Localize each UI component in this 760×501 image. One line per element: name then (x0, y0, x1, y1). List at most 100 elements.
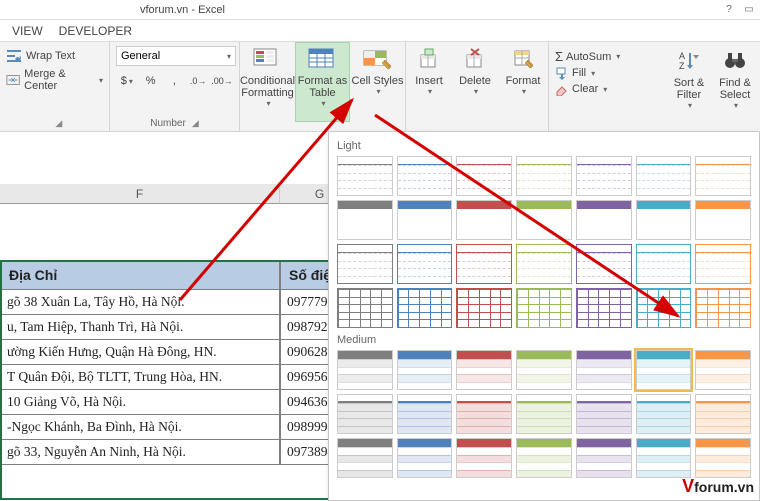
table-style-swatch[interactable] (337, 200, 393, 240)
percent-button[interactable]: % (140, 70, 162, 92)
comma-button[interactable]: , (164, 70, 186, 92)
table-style-swatch[interactable] (456, 350, 512, 390)
decrease-decimal-button[interactable]: .00→ (211, 70, 233, 92)
table-style-swatch[interactable] (695, 244, 751, 284)
table-row[interactable]: T Quân Đội, Bộ TLTT, Trung Hòa, HN.09695… (0, 365, 360, 390)
tab-developer[interactable]: DEVELOPER (51, 22, 140, 40)
table-style-swatch[interactable] (337, 244, 393, 284)
table-style-swatch[interactable] (516, 200, 572, 240)
table-row[interactable]: 10 Giảng Võ, Hà Nội.094636888 (0, 390, 360, 415)
ribbon-toggle-icon[interactable]: ▭ (742, 2, 756, 16)
increase-decimal-button[interactable]: .0→ (187, 70, 209, 92)
help-icon[interactable]: ? (722, 2, 736, 16)
table-style-swatch[interactable] (636, 438, 692, 478)
table-style-swatch[interactable] (516, 288, 572, 328)
table-row[interactable]: gõ 38 Xuân La, Tây Hồ, Hà Nội.097779510 (0, 290, 360, 315)
table-style-swatch[interactable] (397, 350, 453, 390)
alignment-group: Wrap Text Merge & Center ▾ ◢ (0, 42, 110, 131)
table-style-swatch[interactable] (576, 350, 632, 390)
autosum-button[interactable]: ΣAutoSum▾ (555, 48, 662, 65)
table-style-swatch[interactable] (516, 350, 572, 390)
table-style-swatch[interactable] (695, 156, 751, 196)
table-header-address[interactable]: Địa Chỉ (0, 260, 280, 290)
window-title: vforum.vn - Excel (140, 4, 225, 16)
table-style-swatch[interactable] (337, 288, 393, 328)
merge-center-button[interactable]: Merge & Center ▾ (6, 66, 103, 94)
table-row[interactable]: -Ngọc Khánh, Ba Đình, Hà Nội.098999611 (0, 415, 360, 440)
dialog-launcher-icon[interactable]: ◢ (192, 118, 199, 129)
find-select-button[interactable]: Find & Select▾ (712, 44, 758, 124)
cell-address[interactable]: gõ 33, Nguyễn An Ninh, Hà Nội. (0, 440, 280, 465)
cell-address[interactable]: u, Tam Hiệp, Thanh Trì, Hà Nội. (0, 315, 280, 340)
table-style-swatch[interactable] (636, 244, 692, 284)
insert-button[interactable]: Insert▾ (406, 42, 452, 122)
insert-cells-icon (413, 47, 445, 71)
table-row[interactable]: gõ 33, Nguyễn An Ninh, Hà Nội.097389464 (0, 440, 360, 465)
table-style-swatch[interactable] (516, 156, 572, 196)
clear-button[interactable]: Clear▾ (555, 81, 662, 97)
table-style-swatch[interactable] (576, 288, 632, 328)
svg-text:Z: Z (679, 61, 685, 71)
currency-button[interactable]: $▾ (116, 70, 138, 92)
table-style-swatch[interactable] (516, 244, 572, 284)
table-style-swatch[interactable] (397, 200, 453, 240)
cell-address[interactable]: 10 Giảng Võ, Hà Nội. (0, 390, 280, 415)
table-style-swatch[interactable] (456, 438, 512, 478)
table-style-swatch[interactable] (397, 394, 453, 434)
gallery-section-medium: Medium (333, 330, 755, 348)
table-style-swatch[interactable] (576, 394, 632, 434)
table-style-swatch[interactable] (695, 438, 751, 478)
table-style-swatch[interactable] (337, 350, 393, 390)
table-style-swatch[interactable] (576, 200, 632, 240)
delete-button[interactable]: Delete▾ (452, 42, 498, 122)
table-style-swatch[interactable] (337, 156, 393, 196)
cell-styles-button[interactable]: Cell Styles▾ (350, 42, 405, 122)
table-style-swatch[interactable] (456, 394, 512, 434)
table-style-swatch[interactable] (456, 156, 512, 196)
svg-text:A: A (679, 51, 685, 61)
watermark: Vforum.vn (682, 476, 754, 497)
table-style-swatch[interactable] (636, 350, 692, 390)
table-row[interactable]: ường Kiến Hưng, Quận Hà Đông, HN.0906281… (0, 340, 360, 365)
cell-address[interactable]: T Quân Đội, Bộ TLTT, Trung Hòa, HN. (0, 365, 280, 390)
cell-address[interactable]: -Ngọc Khánh, Ba Đình, Hà Nội. (0, 415, 280, 440)
table-style-swatch[interactable] (576, 156, 632, 196)
table-style-swatch[interactable] (695, 288, 751, 328)
table-style-swatch[interactable] (456, 244, 512, 284)
dialog-launcher-icon[interactable]: ◢ (55, 118, 62, 129)
table-style-swatch[interactable] (397, 438, 453, 478)
table-style-swatch[interactable] (337, 394, 393, 434)
table-style-swatch[interactable] (397, 244, 453, 284)
table-style-swatch[interactable] (397, 156, 453, 196)
table-style-swatch[interactable] (695, 394, 751, 434)
table-style-swatch[interactable] (397, 288, 453, 328)
table-style-swatch[interactable] (636, 156, 692, 196)
fill-button[interactable]: Fill▾ (555, 65, 662, 81)
format-as-table-button[interactable]: Format as Table▾ (295, 42, 350, 122)
table-style-swatch[interactable] (516, 438, 572, 478)
table-style-swatch[interactable] (456, 200, 512, 240)
table-style-swatch[interactable] (636, 288, 692, 328)
table-style-swatch[interactable] (576, 244, 632, 284)
table-row[interactable]: u, Tam Hiệp, Thanh Trì, Hà Nội.098792349 (0, 315, 360, 340)
conditional-formatting-button[interactable]: Conditional Formatting▾ (240, 42, 295, 122)
table-style-swatch[interactable] (636, 394, 692, 434)
wrap-text-button[interactable]: Wrap Text (6, 46, 103, 66)
table-style-swatch[interactable] (576, 438, 632, 478)
conditional-formatting-icon (252, 47, 284, 71)
col-header-f[interactable]: F (0, 184, 280, 204)
sort-filter-button[interactable]: AZ Sort & Filter▾ (666, 44, 712, 124)
cell-address[interactable]: ường Kiến Hưng, Quận Hà Đông, HN. (0, 340, 280, 365)
number-format-select[interactable]: General ▾ (116, 46, 236, 66)
cell-address[interactable]: gõ 38 Xuân La, Tây Hồ, Hà Nội. (0, 290, 280, 315)
tab-view[interactable]: VIEW (4, 22, 51, 40)
table-style-swatch[interactable] (695, 350, 751, 390)
fill-down-icon (555, 66, 569, 80)
table-style-swatch[interactable] (695, 200, 751, 240)
merge-icon (6, 72, 20, 88)
table-style-swatch[interactable] (456, 288, 512, 328)
table-style-swatch[interactable] (636, 200, 692, 240)
format-button[interactable]: Format▾ (498, 42, 548, 122)
table-style-swatch[interactable] (337, 438, 393, 478)
table-style-swatch[interactable] (516, 394, 572, 434)
